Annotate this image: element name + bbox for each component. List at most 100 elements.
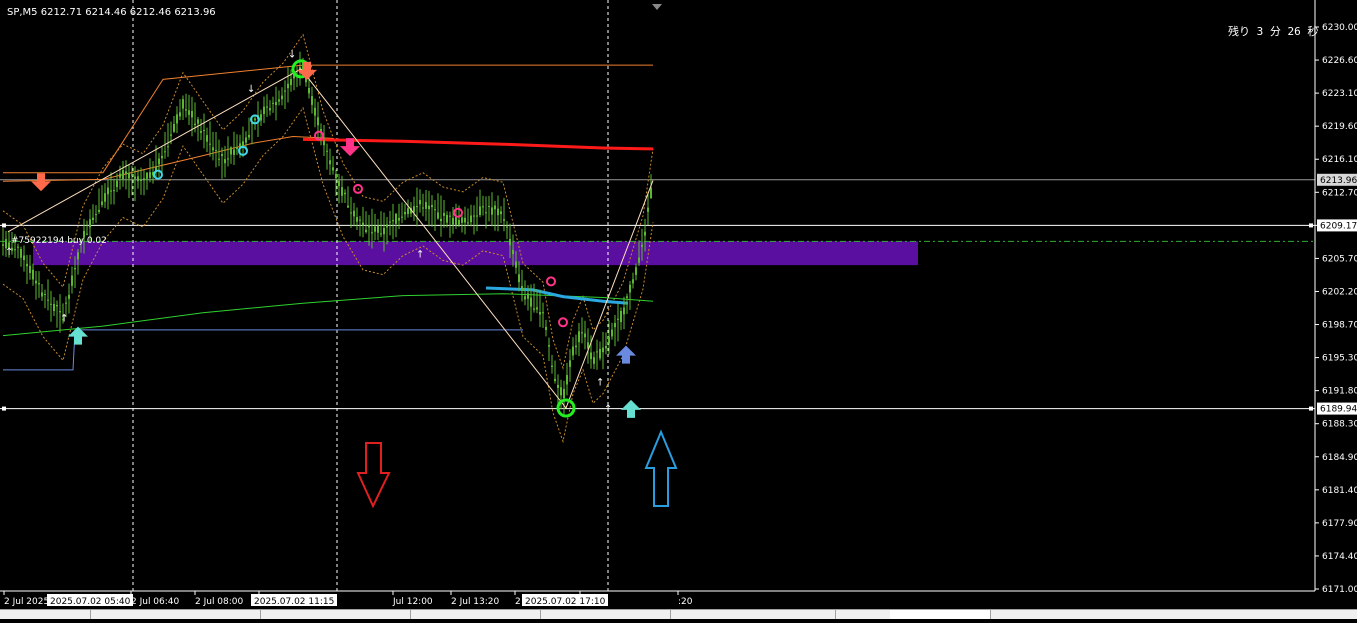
chart-tab-active[interactable] [890, 610, 991, 619]
small-up-arrow-icon: ↑ [604, 404, 612, 415]
candle-body [188, 110, 190, 115]
time-tick-label: 2 Jul 06:40 [131, 597, 180, 607]
candle-body [323, 140, 325, 146]
candle-body [578, 331, 580, 343]
candle-body [284, 90, 286, 92]
small-up-arrow-icon: ↑ [596, 377, 604, 388]
price-tick-label: 6188.30 [1322, 420, 1357, 430]
candle-body [650, 187, 652, 199]
candle-body [164, 151, 166, 153]
candle-body [131, 174, 133, 176]
chart-tab[interactable] [0, 610, 91, 619]
candle-body [575, 345, 577, 348]
candle-body [419, 199, 421, 205]
candle-body [269, 108, 271, 111]
line-handle-left[interactable] [2, 406, 6, 411]
candle-body [92, 217, 94, 221]
small-up-arrow-icon: ↑ [60, 314, 68, 325]
price-tick-label: 6177.90 [1322, 519, 1357, 529]
crosshair-time-label: 2025.07.02 05:40 [50, 597, 131, 607]
line-handle-right[interactable] [1309, 406, 1313, 411]
small-down-arrow-icon: ↓ [247, 84, 255, 95]
candle-body [146, 172, 148, 179]
time-tick-label: 2 Jul 13:20 [451, 597, 500, 607]
line-handle-right[interactable] [1309, 223, 1313, 228]
candle-body [482, 206, 484, 208]
candle-body [467, 222, 469, 224]
chart-tab[interactable] [260, 610, 411, 619]
candle-body [221, 154, 223, 157]
candle-body [473, 215, 475, 217]
price-tick-label: 6191.80 [1322, 387, 1357, 397]
candle-body [86, 233, 88, 235]
candle-body [38, 283, 40, 285]
candle-body [554, 378, 556, 382]
candle-body [383, 227, 385, 235]
candle-body [524, 296, 526, 300]
candle-body [617, 318, 619, 320]
small-down-arrow-icon: ↓ [288, 50, 296, 61]
candle-body [647, 207, 649, 212]
candle-body [137, 176, 139, 182]
chart-background [0, 0, 1357, 619]
candle-body [191, 110, 193, 118]
candle-body [65, 302, 67, 304]
price-tick-label: 6216.10 [1322, 155, 1357, 165]
candle-body [560, 387, 562, 396]
candle-body [272, 102, 274, 104]
candle-body [557, 384, 559, 388]
candle-body [542, 312, 544, 314]
chart-tab[interactable] [540, 610, 671, 619]
candle-body [122, 170, 124, 179]
chart-area[interactable]: ↑ ↑ ↑ ↑ ↑ ↓ ↓ 6230.00 6226.60 6223.10 6219.60 6216… [0, 0, 1357, 619]
chart-tab[interactable] [90, 610, 261, 619]
candle-body [443, 212, 445, 216]
candle-body [335, 173, 337, 179]
candle-body [563, 388, 565, 399]
candle-body [491, 207, 493, 215]
candle-body [353, 210, 355, 217]
chart-tab[interactable] [670, 610, 836, 619]
candle-body [455, 216, 457, 225]
candle-body [170, 134, 172, 136]
candle-body [602, 347, 604, 353]
price-tick-label: 6223.10 [1322, 89, 1357, 99]
candle-body [479, 206, 481, 216]
candle-body [113, 190, 115, 192]
candle-body [638, 257, 640, 263]
candle-body [359, 219, 361, 221]
candle-body [434, 209, 436, 211]
trade-label: #75922194 buy 0.02 [11, 236, 107, 246]
price-tick-label: 6202.20 [1322, 287, 1357, 297]
candle-body [512, 249, 514, 255]
candle-body [53, 304, 55, 312]
crosshair-time-label: 2025.07.02 17:10 [525, 597, 606, 607]
time-tick-label: 2 Jul 08:00 [195, 597, 244, 607]
price-line-label: 6209.17 [1320, 221, 1357, 231]
candle-body [212, 147, 214, 151]
price-tick-label: 6181.40 [1322, 486, 1357, 496]
price-tick-label: 6174.40 [1322, 552, 1357, 562]
line-handle-left[interactable] [2, 223, 6, 228]
chart-tab[interactable] [410, 610, 541, 619]
candle-body [476, 215, 478, 217]
candle-body [317, 117, 319, 126]
candle-body [329, 160, 331, 165]
candle-body [44, 294, 46, 296]
candle-body [179, 112, 181, 117]
candle-body [599, 348, 601, 359]
candle-body [494, 205, 496, 210]
candle-body [497, 208, 499, 216]
candle-body [95, 214, 97, 216]
candle-body [356, 217, 358, 222]
candle-body [449, 215, 451, 217]
candle-body [539, 311, 541, 315]
candle-body [182, 99, 184, 109]
candle-body [620, 310, 622, 323]
candle-body [344, 192, 346, 195]
candle-body [605, 346, 607, 349]
candle-body [395, 213, 397, 224]
candle-body [275, 102, 277, 106]
candle-body [440, 218, 442, 222]
candle-body [116, 180, 118, 188]
